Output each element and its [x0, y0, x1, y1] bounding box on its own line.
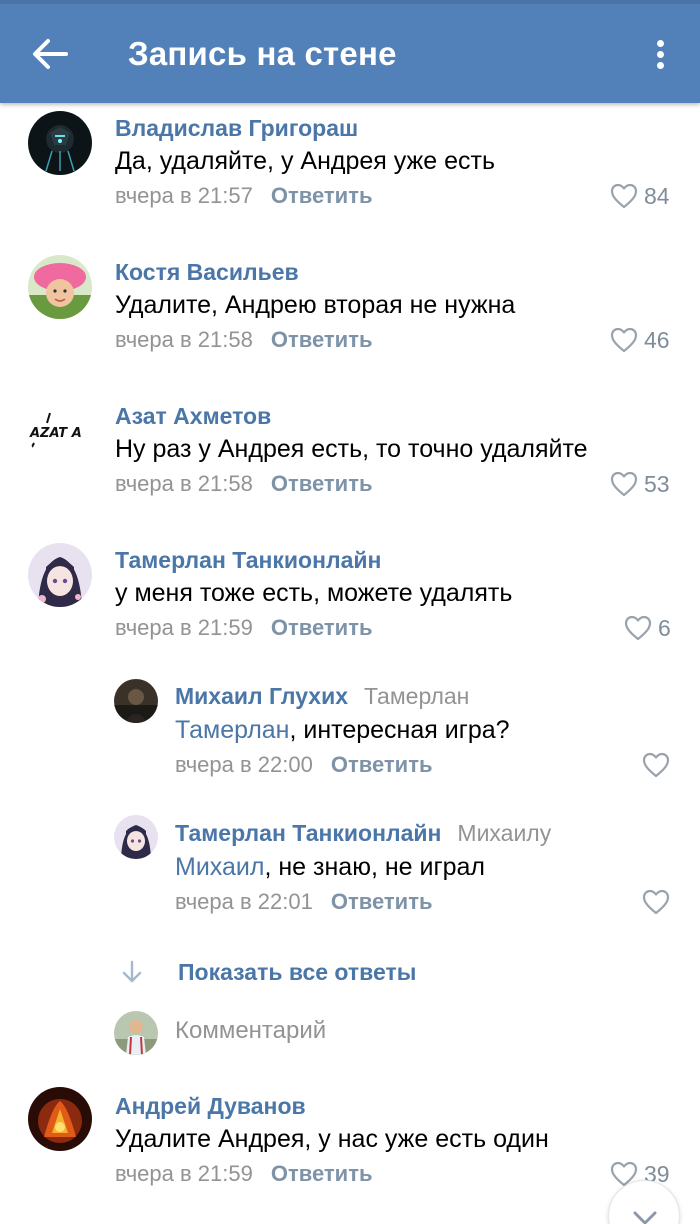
comment-author[interactable]: Костя Васильев: [115, 259, 299, 286]
comment-text-body: , не знаю, не играл: [264, 853, 485, 881]
avatar[interactable]: [28, 1087, 92, 1151]
like-count: 46: [644, 326, 670, 353]
show-all-replies-label: Показать все ответы: [178, 958, 417, 985]
reply-button[interactable]: Ответить: [331, 752, 433, 777]
comment-text: Михаил, не знаю, не играл: [175, 853, 485, 882]
comment-meta: вчера в 21:58 Ответить: [115, 471, 373, 497]
avatar[interactable]: [28, 111, 92, 175]
comment-text: Удалите, Андрею вторая не нужна: [115, 291, 516, 319]
like-count: 53: [644, 470, 670, 497]
reply-button[interactable]: Ответить: [271, 615, 373, 640]
comment-meta: вчера в 21:57 Ответить: [115, 183, 373, 209]
reply-button[interactable]: Ответить: [271, 327, 373, 352]
show-all-replies-button[interactable]: Показать все ответы: [118, 955, 416, 989]
reply-button[interactable]: Ответить: [271, 1161, 373, 1186]
like-button[interactable]: 6: [624, 613, 671, 643]
like-button[interactable]: [642, 887, 670, 917]
comment-text: Ну раз у Андрея есть, то точно удаляйте: [115, 435, 588, 463]
like-count: 84: [644, 182, 670, 209]
comment-author[interactable]: Азат Ахметов: [115, 403, 271, 430]
comment-author[interactable]: Тамерлан Танкионлайн: [115, 547, 381, 574]
avatar[interactable]: [114, 679, 158, 723]
chevron-down-icon: [633, 1211, 657, 1224]
heart-icon: [610, 471, 638, 497]
heart-icon: [642, 889, 670, 915]
comment-time: вчера в 22:00: [175, 752, 313, 777]
like-count: 6: [658, 614, 671, 641]
comment-text: у меня тоже есть, можете удалять: [115, 579, 513, 607]
reply-header: Тамерлан Танкионлайн Михаилу: [175, 820, 551, 847]
comment-text: Удалите Андрея, у нас уже есть один: [115, 1125, 549, 1153]
avatar[interactable]: [114, 815, 158, 859]
comment-time: вчера в 22:01: [175, 889, 313, 914]
comment-meta: вчера в 22:01 Ответить: [175, 889, 433, 915]
like-button[interactable]: 53: [610, 469, 670, 499]
like-button[interactable]: [642, 750, 670, 780]
more-vertical-icon: [657, 40, 664, 47]
comment-meta: вчера в 22:00 Ответить: [175, 752, 433, 778]
reply-to-name[interactable]: Тамерлан: [364, 683, 469, 709]
comment-time: вчера в 21:58: [115, 471, 253, 496]
heart-icon: [624, 615, 652, 641]
more-dot: [657, 51, 664, 58]
comment-author[interactable]: Андрей Дуванов: [115, 1093, 306, 1120]
back-button[interactable]: [22, 30, 78, 78]
more-dot: [657, 62, 664, 69]
mention-link[interactable]: Тамерлан: [175, 716, 290, 744]
arrow-left-icon: [33, 39, 68, 69]
reply-button[interactable]: Ответить: [271, 183, 373, 208]
comment-meta: вчера в 21:59 Ответить: [115, 1161, 373, 1187]
current-user-avatar: [114, 1011, 158, 1055]
comment-time: вчера в 21:58: [115, 327, 253, 352]
comment-time: вчера в 21:59: [115, 1161, 253, 1186]
comment-meta: вчера в 21:59 Ответить: [115, 615, 373, 641]
avatar-logo-text: AZAT A: [29, 426, 82, 441]
comment-text-body: , интересная игра?: [289, 716, 510, 744]
mention-link[interactable]: Михаил: [175, 853, 264, 881]
comment-time: вчера в 21:57: [115, 183, 253, 208]
reply-to-name[interactable]: Михаилу: [457, 820, 551, 846]
like-button[interactable]: 84: [610, 181, 670, 211]
reply-button[interactable]: Ответить: [271, 471, 373, 496]
reply-button[interactable]: Ответить: [331, 889, 433, 914]
heart-icon: [610, 183, 638, 209]
comment-time: вчера в 21:59: [115, 615, 253, 640]
page-title: Запись на стене: [128, 35, 397, 72]
like-button[interactable]: 46: [610, 325, 670, 355]
more-menu-button[interactable]: [640, 30, 682, 78]
comment-author[interactable]: Владислав Григораш: [115, 115, 358, 142]
arrow-down-icon: [122, 960, 142, 983]
app-bar: Запись на стене: [0, 0, 700, 103]
avatar[interactable]: [28, 255, 92, 319]
status-strip: [0, 0, 700, 4]
heart-icon: [610, 327, 638, 353]
comment-author[interactable]: Михаил Глухих: [175, 683, 348, 709]
comment-text: Да, удаляйте, у Андрея уже есть: [115, 147, 495, 175]
comment-meta: вчера в 21:58 Ответить: [115, 327, 373, 353]
comment-author[interactable]: Тамерлан Танкионлайн: [175, 820, 441, 846]
avatar[interactable]: [28, 543, 92, 607]
avatar[interactable]: AZAT A: [28, 399, 92, 463]
reply-header: Михаил Глухих Тамерлан: [175, 683, 469, 710]
heart-icon: [642, 752, 670, 778]
comment-input[interactable]: Комментарий: [175, 1017, 326, 1045]
comment-text: Тамерлан, интересная игра?: [175, 716, 510, 745]
